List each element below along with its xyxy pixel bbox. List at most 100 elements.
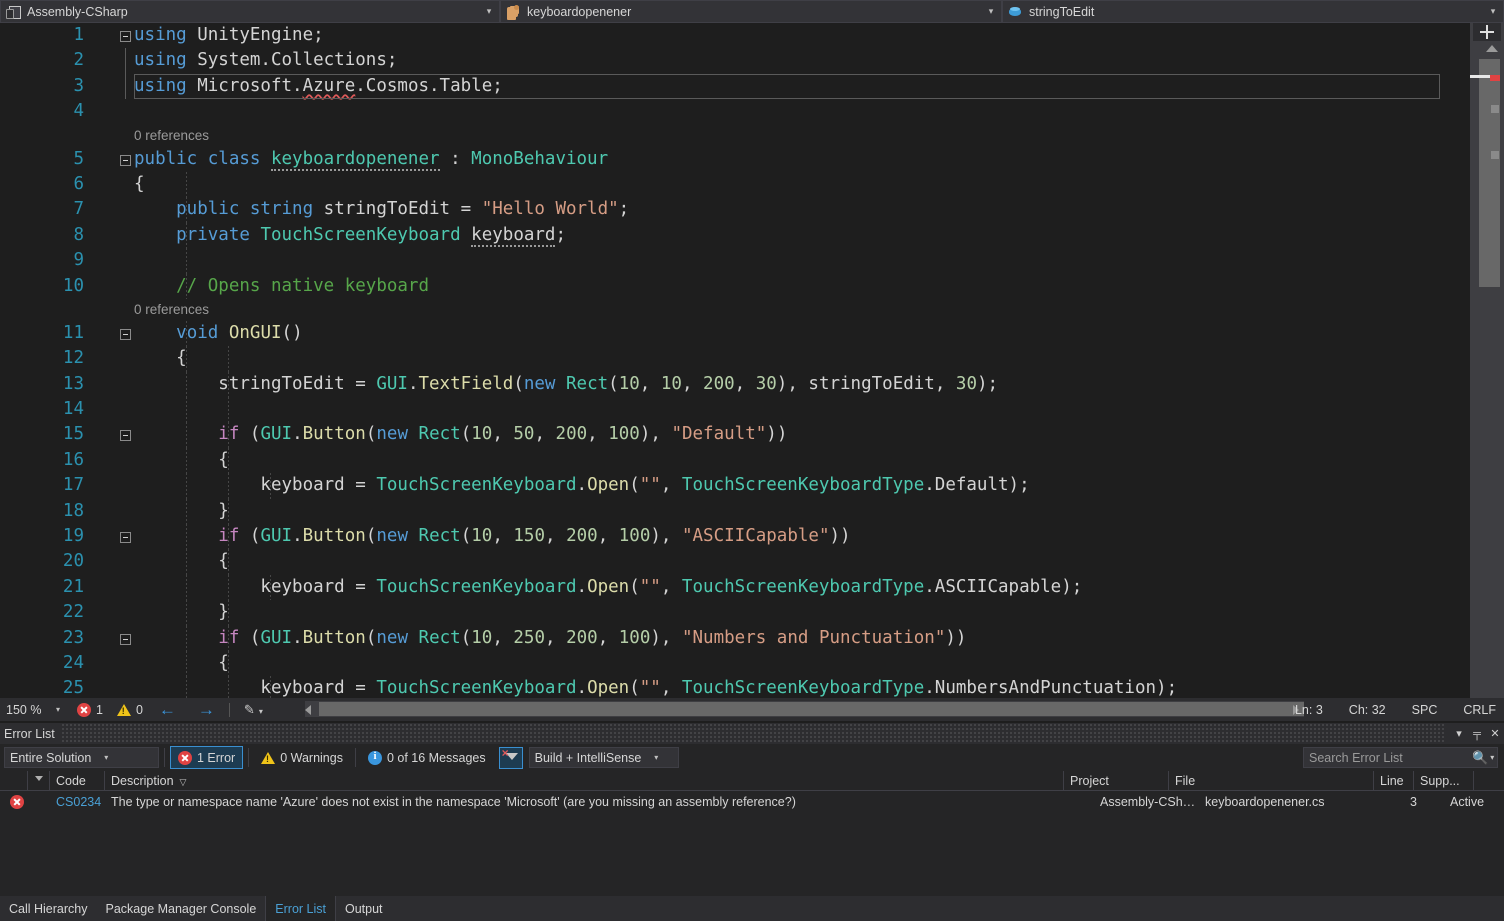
build-filter-dropdown[interactable]: Build + IntelliSense ▾ [528,747,679,768]
code-line[interactable]: 22 } [0,600,1470,626]
project-dropdown[interactable]: Assembly-CSharp ▾ [0,0,500,23]
code-line[interactable]: 14 [0,397,1470,423]
chevron-down-icon[interactable]: ▾ [1485,7,1501,16]
code-line[interactable]: 11 void OnGUI() [0,320,1470,347]
column-header-description[interactable]: Description ▽ [105,770,1064,791]
error-marker[interactable] [1490,75,1500,81]
messages-filter-button[interactable]: 0 of 16 Messages [361,746,493,769]
collapse-outlining-icon[interactable] [120,31,131,42]
horizontal-scrollbar[interactable] [305,701,1304,717]
code-line[interactable]: 10 // Opens native keyboard [0,273,1470,299]
search-error-list[interactable]: 🔍 ▾ [1303,747,1498,768]
code-line[interactable]: 23 if (GUI.Button(new Rect(10, 250, 200,… [0,625,1470,651]
indent-guide [186,248,187,274]
code-line[interactable]: 8 private TouchScreenKeyboard keyboard; [0,222,1470,249]
indentation-indicator[interactable]: SPC [1412,703,1438,717]
warnings-filter-label: 0 Warnings [280,750,343,765]
codelens-class-references[interactable]: 0 references [0,125,1470,147]
code-line[interactable]: 1 using UnityEngine; [0,23,1470,48]
scrollbar-thumb[interactable] [1479,59,1500,287]
collapse-outlining-icon[interactable] [120,532,131,544]
bottom-tab-call-hierarchy[interactable]: Call Hierarchy [0,896,97,921]
zoom-level-dropdown[interactable]: 150 % ▾ [3,700,63,719]
scroll-up-arrow[interactable] [1486,45,1498,52]
column-header-filter-glyph[interactable] [28,770,50,791]
code-line[interactable]: 2 using System.Collections; [0,48,1470,74]
code-line[interactable]: 3 using Microsoft.Azure.Cosmos.Table; [0,73,1470,100]
collapse-outlining-icon[interactable] [120,633,131,645]
warnings-filter-button[interactable]: 0 Warnings [254,746,350,769]
code-line[interactable]: 16 { [0,447,1470,474]
code-line[interactable]: 18 } [0,498,1470,525]
bottom-tab-package-manager-console[interactable]: Package Manager Console [97,896,266,921]
code-surface[interactable]: 1 using UnityEngine; 2 using System.Collect… [0,23,1470,698]
column-header-severity[interactable] [0,770,28,791]
close-icon[interactable]: ✕ [1486,727,1504,740]
row-line-cell: 3 [1410,795,1417,809]
line-number: 15 [62,424,84,445]
code-line[interactable]: 17 keyboard = TouchScreenKeyboard.Open("… [0,473,1470,499]
code-editor[interactable]: 1 using UnityEngine; 2 using System.Collect… [0,23,1504,698]
bottom-tab-output[interactable]: Output [336,896,392,921]
code-line[interactable]: 4 [0,99,1470,124]
code-line[interactable]: 12 { [0,346,1470,372]
table-row[interactable]: CS0234 The type or namespace name 'Azure… [0,791,1504,813]
bottom-tab-error-list[interactable]: Error List [265,896,336,921]
pin-icon[interactable]: ╤ [1468,728,1486,740]
column-header-code[interactable]: Code [50,770,105,791]
search-input[interactable] [1304,749,1472,766]
folding-bar [125,48,126,74]
code-line[interactable]: 6{ [0,171,1470,198]
line-number: 1 [73,25,84,45]
codelens-method-references[interactable]: 0 references [0,299,1470,321]
status-error-count[interactable]: 1 [77,702,103,717]
collapse-outlining-icon[interactable] [120,328,131,340]
line-number: 17 [62,475,84,496]
chevron-down-icon[interactable]: ▾ [649,753,663,762]
chevron-down-icon[interactable]: ▾ [1490,753,1499,762]
column-header-suppression[interactable]: Supp... [1414,770,1474,791]
format-brush-icon[interactable]: ✎ ▾ [244,702,263,718]
chevron-down-icon[interactable]: ▾ [56,705,63,714]
collapse-outlining-icon[interactable] [120,154,131,166]
code-line[interactable]: 25 keyboard = TouchScreenKeyboard.Open("… [0,676,1470,698]
line-ending-indicator[interactable]: CRLF [1463,703,1496,717]
clear-filter-icon[interactable] [498,746,523,769]
collapse-outlining-icon[interactable] [120,430,131,442]
column-header-file[interactable]: File [1169,770,1374,791]
chevron-down-icon[interactable]: ▾ [259,707,263,716]
code-line[interactable]: 7 public string stringToEdit = "Hello Wo… [0,197,1470,223]
type-dropdown[interactable]: keyboardopenener ▾ [500,0,1002,23]
row-code-cell[interactable]: CS0234 [50,791,105,813]
chevron-down-icon[interactable]: ▾ [983,7,999,16]
indent-guide [228,346,229,372]
code-line[interactable]: 9 [0,248,1470,274]
errors-filter-button[interactable]: 1 Error [170,746,244,769]
code-line[interactable]: 15 if (GUI.Button(new Rect(10, 50, 200, … [0,422,1470,448]
code-line[interactable]: 21 keyboard = TouchScreenKeyboard.Open("… [0,574,1470,601]
horizontal-scrollbar-thumb[interactable] [319,702,1304,716]
scope-filter-dropdown[interactable]: Entire Solution ▾ [4,747,159,768]
code-line[interactable]: 5 public class keyboardopenener : MonoBeh… [0,147,1470,172]
split-view-button[interactable] [1473,23,1501,41]
navigate-forward-icon[interactable]: → [198,701,215,718]
code-line[interactable]: 13 stringToEdit = GUI.TextField(new Rect… [0,371,1470,398]
panel-drag-handle[interactable] [60,723,1444,744]
code-line[interactable]: 20 { [0,549,1470,575]
type-dropdown-label: keyboardopenener [527,4,632,19]
vertical-scrollbar[interactable] [1470,23,1504,698]
panel-menu-icon[interactable]: ▾ [1450,727,1468,740]
search-icon[interactable]: 🔍 [1472,750,1490,766]
status-warning-count[interactable]: 0 [116,703,143,717]
column-header-line[interactable]: Line [1374,770,1414,791]
table-header-row: Code Description ▽ Project File Line Supp… [0,770,1504,791]
field-icon [1007,4,1023,20]
navigate-back-icon[interactable]: ← [159,701,176,718]
chevron-down-icon[interactable]: ▾ [481,7,497,16]
chevron-down-icon[interactable]: ▾ [99,753,113,762]
scroll-left-arrow[interactable] [305,705,311,715]
column-header-project[interactable]: Project [1064,770,1169,791]
code-line[interactable]: 19 if (GUI.Button(new Rect(10, 150, 200,… [0,524,1470,550]
code-line[interactable]: 24 { [0,650,1470,677]
member-dropdown[interactable]: stringToEdit ▾ [1002,0,1504,23]
